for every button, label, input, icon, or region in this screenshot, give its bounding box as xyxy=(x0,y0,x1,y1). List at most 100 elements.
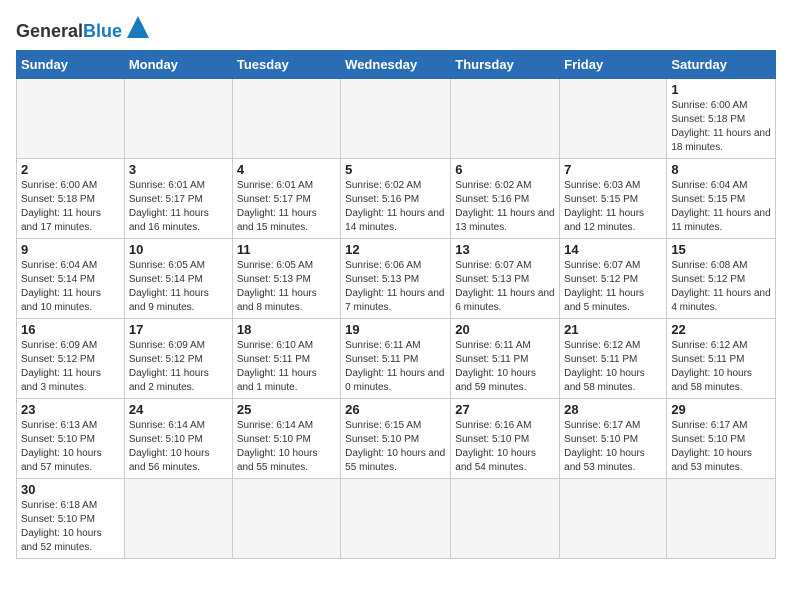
day-number: 16 xyxy=(21,322,120,337)
calendar-cell: 28 Sunrise: 6:17 AM Sunset: 5:10 PM Dayli… xyxy=(560,399,667,479)
day-number: 2 xyxy=(21,162,120,177)
day-info: Sunrise: 6:01 AM Sunset: 5:17 PM Dayligh… xyxy=(237,179,336,235)
calendar-cell xyxy=(667,479,776,559)
calendar-cell: 1 Sunrise: 6:00 AM Sunset: 5:18 PM Daylig… xyxy=(667,79,776,159)
logo: GeneralBlue xyxy=(16,16,149,40)
day-info: Sunrise: 6:11 AM Sunset: 5:11 PM Dayligh… xyxy=(455,339,555,395)
calendar-cell: 7Sunrise: 6:03 AM Sunset: 5:15 PM Daylig… xyxy=(560,159,667,239)
calendar-cell: 19 Sunrise: 6:11 AM Sunset: 5:11 PM Dayli… xyxy=(341,319,451,399)
calendar-cell: 2Sunrise: 6:00 AM Sunset: 5:18 PM Daylig… xyxy=(17,159,125,239)
day-number: 11 xyxy=(237,242,336,257)
day-number: 1 xyxy=(671,82,771,97)
calendar-cell xyxy=(560,479,667,559)
day-number: 29 xyxy=(671,402,771,417)
week-row-2: 9 Sunrise: 6:04 AM Sunset: 5:14 PM Daylig… xyxy=(17,239,776,319)
day-info: Sunrise: 6:01 AM Sunset: 5:17 PM Dayligh… xyxy=(129,179,228,235)
day-info: Sunrise: 6:13 AM Sunset: 5:10 PM Dayligh… xyxy=(21,419,120,475)
day-info: Sunrise: 6:14 AM Sunset: 5:10 PM Dayligh… xyxy=(129,419,228,475)
calendar-cell: 9 Sunrise: 6:04 AM Sunset: 5:14 PM Daylig… xyxy=(17,239,125,319)
day-number: 19 xyxy=(345,322,446,337)
day-number: 24 xyxy=(129,402,228,417)
day-number: 28 xyxy=(564,402,662,417)
day-number: 23 xyxy=(21,402,120,417)
calendar-cell: 25Sunrise: 6:14 AM Sunset: 5:10 PM Dayli… xyxy=(232,399,340,479)
day-number: 8 xyxy=(671,162,771,177)
day-info: Sunrise: 6:18 AM Sunset: 5:10 PM Dayligh… xyxy=(21,499,120,555)
calendar-cell xyxy=(124,479,232,559)
calendar-cell: 22 Sunrise: 6:12 AM Sunset: 5:11 PM Dayli… xyxy=(667,319,776,399)
calendar-cell: 13 Sunrise: 6:07 AM Sunset: 5:13 PM Dayli… xyxy=(451,239,560,319)
day-number: 3 xyxy=(129,162,228,177)
day-number: 12 xyxy=(345,242,446,257)
calendar-cell: 6 Sunrise: 6:02 AM Sunset: 5:16 PM Daylig… xyxy=(451,159,560,239)
calendar-cell xyxy=(232,79,340,159)
calendar-cell: 16 Sunrise: 6:09 AM Sunset: 5:12 PM Dayli… xyxy=(17,319,125,399)
day-number: 20 xyxy=(455,322,555,337)
calendar-cell: 30Sunrise: 6:18 AM Sunset: 5:10 PM Dayli… xyxy=(17,479,125,559)
calendar-cell: 15Sunrise: 6:08 AM Sunset: 5:12 PM Dayli… xyxy=(667,239,776,319)
week-row-3: 16 Sunrise: 6:09 AM Sunset: 5:12 PM Dayli… xyxy=(17,319,776,399)
calendar-cell: 12Sunrise: 6:06 AM Sunset: 5:13 PM Dayli… xyxy=(341,239,451,319)
week-row-4: 23 Sunrise: 6:13 AM Sunset: 5:10 PM Dayli… xyxy=(17,399,776,479)
week-row-5: 30Sunrise: 6:18 AM Sunset: 5:10 PM Dayli… xyxy=(17,479,776,559)
day-info: Sunrise: 6:05 AM Sunset: 5:13 PM Dayligh… xyxy=(237,259,336,315)
calendar-cell: 29 Sunrise: 6:17 AM Sunset: 5:10 PM Dayli… xyxy=(667,399,776,479)
day-number: 14 xyxy=(564,242,662,257)
calendar-cell: 14 Sunrise: 6:07 AM Sunset: 5:12 PM Dayli… xyxy=(560,239,667,319)
calendar-cell: 8 Sunrise: 6:04 AM Sunset: 5:15 PM Daylig… xyxy=(667,159,776,239)
calendar-cell: 4 Sunrise: 6:01 AM Sunset: 5:17 PM Daylig… xyxy=(232,159,340,239)
calendar-cell xyxy=(17,79,125,159)
day-number: 13 xyxy=(455,242,555,257)
day-number: 5 xyxy=(345,162,446,177)
weekday-header-friday: Friday xyxy=(560,51,667,79)
weekday-header-thursday: Thursday xyxy=(451,51,560,79)
day-number: 7 xyxy=(564,162,662,177)
calendar-cell xyxy=(560,79,667,159)
day-number: 22 xyxy=(671,322,771,337)
day-info: Sunrise: 6:02 AM Sunset: 5:16 PM Dayligh… xyxy=(455,179,555,235)
day-info: Sunrise: 6:17 AM Sunset: 5:10 PM Dayligh… xyxy=(564,419,662,475)
weekday-header-row: SundayMondayTuesdayWednesdayThursdayFrid… xyxy=(17,51,776,79)
day-info: Sunrise: 6:04 AM Sunset: 5:15 PM Dayligh… xyxy=(671,179,771,235)
day-info: Sunrise: 6:05 AM Sunset: 5:14 PM Dayligh… xyxy=(129,259,228,315)
calendar-cell: 18 Sunrise: 6:10 AM Sunset: 5:11 PM Dayli… xyxy=(232,319,340,399)
calendar-cell: 26Sunrise: 6:15 AM Sunset: 5:10 PM Dayli… xyxy=(341,399,451,479)
calendar-cell xyxy=(451,479,560,559)
day-info: Sunrise: 6:09 AM Sunset: 5:12 PM Dayligh… xyxy=(21,339,120,395)
logo-text: GeneralBlue xyxy=(16,22,122,40)
weekday-header-saturday: Saturday xyxy=(667,51,776,79)
day-info: Sunrise: 6:09 AM Sunset: 5:12 PM Dayligh… xyxy=(129,339,228,395)
day-number: 17 xyxy=(129,322,228,337)
weekday-header-sunday: Sunday xyxy=(17,51,125,79)
day-info: Sunrise: 6:10 AM Sunset: 5:11 PM Dayligh… xyxy=(237,339,336,395)
calendar-cell: 11 Sunrise: 6:05 AM Sunset: 5:13 PM Dayli… xyxy=(232,239,340,319)
calendar-cell: 21Sunrise: 6:12 AM Sunset: 5:11 PM Dayli… xyxy=(560,319,667,399)
day-info: Sunrise: 6:16 AM Sunset: 5:10 PM Dayligh… xyxy=(455,419,555,475)
day-info: Sunrise: 6:17 AM Sunset: 5:10 PM Dayligh… xyxy=(671,419,771,475)
day-number: 4 xyxy=(237,162,336,177)
calendar-cell xyxy=(341,479,451,559)
day-info: Sunrise: 6:00 AM Sunset: 5:18 PM Dayligh… xyxy=(671,99,771,155)
weekday-header-tuesday: Tuesday xyxy=(232,51,340,79)
weekday-header-wednesday: Wednesday xyxy=(341,51,451,79)
page-header: GeneralBlue xyxy=(16,16,776,40)
day-info: Sunrise: 6:15 AM Sunset: 5:10 PM Dayligh… xyxy=(345,419,446,475)
calendar-cell: 23 Sunrise: 6:13 AM Sunset: 5:10 PM Dayli… xyxy=(17,399,125,479)
day-number: 6 xyxy=(455,162,555,177)
day-info: Sunrise: 6:12 AM Sunset: 5:11 PM Dayligh… xyxy=(671,339,771,395)
day-info: Sunrise: 6:14 AM Sunset: 5:10 PM Dayligh… xyxy=(237,419,336,475)
day-info: Sunrise: 6:08 AM Sunset: 5:12 PM Dayligh… xyxy=(671,259,771,315)
calendar-cell: 10Sunrise: 6:05 AM Sunset: 5:14 PM Dayli… xyxy=(124,239,232,319)
day-number: 9 xyxy=(21,242,120,257)
day-info: Sunrise: 6:04 AM Sunset: 5:14 PM Dayligh… xyxy=(21,259,120,315)
day-number: 18 xyxy=(237,322,336,337)
logo-icon xyxy=(127,16,149,38)
day-info: Sunrise: 6:07 AM Sunset: 5:13 PM Dayligh… xyxy=(455,259,555,315)
day-info: Sunrise: 6:11 AM Sunset: 5:11 PM Dayligh… xyxy=(345,339,446,395)
day-info: Sunrise: 6:07 AM Sunset: 5:12 PM Dayligh… xyxy=(564,259,662,315)
day-info: Sunrise: 6:02 AM Sunset: 5:16 PM Dayligh… xyxy=(345,179,446,235)
week-row-0: 1 Sunrise: 6:00 AM Sunset: 5:18 PM Daylig… xyxy=(17,79,776,159)
weekday-header-monday: Monday xyxy=(124,51,232,79)
day-number: 21 xyxy=(564,322,662,337)
calendar-cell: 5 Sunrise: 6:02 AM Sunset: 5:16 PM Daylig… xyxy=(341,159,451,239)
